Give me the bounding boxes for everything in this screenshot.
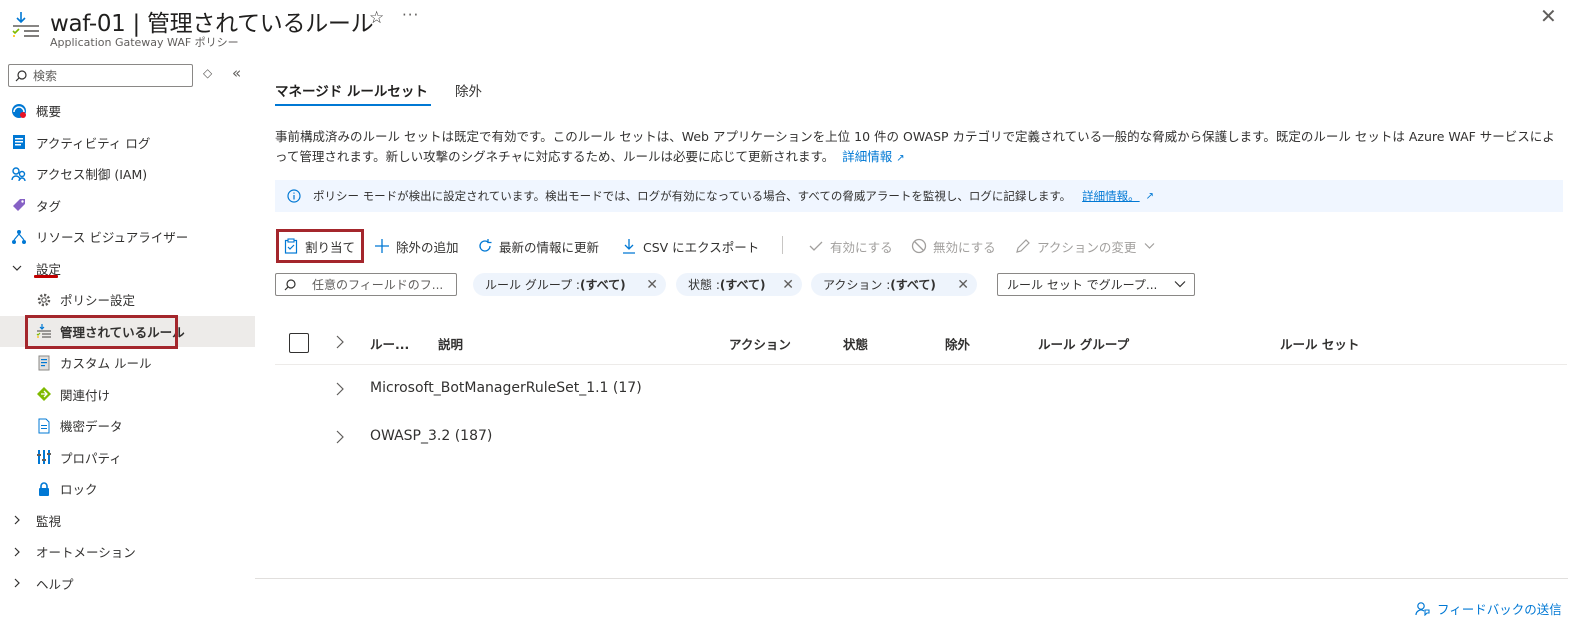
page-title: waf-01 | 管理されているルール — [50, 11, 374, 37]
sidebar-group-automation[interactable]: オートメーション — [0, 536, 255, 568]
sidebar-item-locks[interactable]: ロック — [0, 473, 255, 505]
info-icon — [287, 189, 303, 203]
download-icon — [621, 238, 637, 254]
managed-rules-page-icon — [12, 10, 40, 38]
expand-collapse-icon[interactable]: ◇ — [203, 66, 212, 80]
table-row[interactable]: OWASP_3.2 (187) — [275, 414, 1567, 462]
description-text: 事前構成済みのルール セットは既定で有効です。このルール セットは、Web アプ… — [275, 129, 1555, 164]
column-header-action[interactable]: アクション — [729, 334, 791, 353]
learn-more-link[interactable]: 詳細情報 — [842, 149, 892, 164]
block-icon — [911, 238, 927, 254]
visualizer-icon — [10, 228, 28, 246]
chevron-right-icon[interactable] — [335, 430, 345, 448]
chevron-down-icon — [1174, 278, 1186, 293]
table-header-divider — [275, 364, 1567, 365]
sidebar-search-input[interactable]: 検索 — [8, 64, 193, 87]
tab-exclusions[interactable]: 除外 — [455, 80, 482, 100]
tab-managed-ruleset[interactable]: マネージド ルールセット — [275, 80, 428, 100]
assign-highlight-box — [276, 229, 364, 263]
lock-icon — [35, 480, 53, 498]
sidebar-group-help[interactable]: ヘルプ — [0, 568, 255, 600]
iam-icon — [10, 165, 28, 183]
column-header-description[interactable]: 説明 — [438, 334, 463, 353]
chevron-right-icon[interactable] — [335, 382, 345, 400]
sidebar-item-associations[interactable]: 関連付け — [0, 379, 255, 411]
sensitive-data-icon — [35, 417, 53, 435]
more-icon[interactable]: ··· — [402, 6, 419, 24]
sidebar-item-overview[interactable]: 概要 — [0, 95, 255, 127]
page-subtitle: Application Gateway WAF ポリシー — [50, 36, 239, 49]
filter-pill-rule-group[interactable]: ルール グループ : (すべて) ✕ — [473, 273, 666, 296]
close-icon[interactable]: ✕ — [957, 277, 969, 293]
close-icon[interactable]: ✕ — [646, 277, 658, 293]
detection-mode-info-bar: ポリシー モードが検出に設定されています。検出モードでは、ログが有効になっている… — [275, 180, 1563, 212]
gear-icon — [35, 291, 53, 309]
column-header-exclusions[interactable]: 除外 — [945, 334, 970, 353]
search-icon — [284, 278, 298, 291]
overview-icon — [10, 102, 28, 120]
sidebar-item-tags[interactable]: タグ — [0, 190, 255, 222]
footer-divider — [255, 578, 1568, 579]
disable-button[interactable]: 無効にする — [911, 234, 996, 258]
activity-log-icon — [10, 133, 28, 151]
sidebar-item-iam[interactable]: アクセス制御 (IAM) — [0, 158, 255, 190]
chevron-right-icon — [12, 547, 24, 557]
settings-highlight-underline — [34, 274, 58, 278]
plus-icon — [374, 238, 390, 254]
info-learn-more-link[interactable]: 詳細情報。 — [1082, 188, 1140, 204]
enable-button[interactable]: 有効にする — [808, 234, 893, 258]
sidebar-item-policy-settings[interactable]: ポリシー設定 — [0, 284, 255, 316]
feedback-icon — [1415, 601, 1431, 616]
refresh-button[interactable]: 最新の情報に更新 — [477, 234, 599, 258]
pencil-icon — [1015, 238, 1031, 254]
search-icon — [15, 69, 29, 82]
managed-rules-highlight-box — [25, 315, 178, 349]
add-exclusion-button[interactable]: 除外の追加 — [374, 234, 459, 258]
toolbar-separator — [782, 236, 783, 254]
association-icon — [35, 385, 53, 403]
filter-pill-state[interactable]: 状態 : (すべて) ✕ — [676, 273, 802, 296]
sidebar-item-properties[interactable]: プロパティ — [0, 442, 255, 474]
column-header-rule-id[interactable]: ルー... — [370, 334, 409, 353]
ruleset-group-label: OWASP_3.2 (187) — [370, 428, 493, 444]
column-header-rule-group[interactable]: ルール グループ — [1038, 334, 1129, 353]
select-all-checkbox[interactable] — [289, 333, 309, 353]
export-csv-button[interactable]: CSV にエクスポート — [621, 234, 759, 258]
check-icon — [808, 238, 824, 254]
filter-search-input[interactable]: 任意のフィールドのフ... — [275, 273, 457, 296]
sidebar-group-settings[interactable]: 設定 — [0, 253, 255, 285]
sidebar-search-placeholder: 検索 — [33, 69, 58, 83]
sidebar-item-activity-log[interactable]: アクティビティ ログ — [0, 127, 255, 159]
chevron-right-icon — [12, 515, 24, 525]
properties-icon — [35, 448, 53, 466]
sidebar-item-resource-visualizer[interactable]: リソース ビジュアライザー — [0, 221, 255, 253]
group-by-dropdown[interactable]: ルール セット でグループ... — [997, 273, 1195, 296]
info-bar-text: ポリシー モードが検出に設定されています。検出モードでは、ログが有効になっている… — [313, 189, 1072, 203]
refresh-icon — [477, 238, 493, 254]
sidebar-item-custom-rules[interactable]: カスタム ルール — [0, 347, 255, 379]
chevron-down-icon — [12, 263, 24, 273]
chevron-right-icon — [12, 578, 24, 588]
external-link-icon: ↗ — [896, 153, 905, 164]
ruleset-description: 事前構成済みのルール セットは既定で有効です。このルール セットは、Web アプ… — [275, 127, 1565, 169]
sidebar-item-sensitive-data[interactable]: 機密データ — [0, 410, 255, 442]
star-icon[interactable]: ☆ — [369, 8, 384, 28]
filter-pill-action[interactable]: アクション : (すべて) ✕ — [811, 273, 977, 296]
feedback-button[interactable]: フィードバックの送信 — [1415, 599, 1562, 618]
close-icon[interactable]: ✕ — [1540, 4, 1557, 28]
collapse-sidebar-icon[interactable]: « — [232, 64, 241, 82]
sidebar-group-monitoring[interactable]: 監視 — [0, 505, 255, 537]
expand-all-chevron-icon[interactable] — [335, 335, 345, 353]
close-icon[interactable]: ✕ — [782, 277, 794, 293]
custom-rules-icon — [35, 354, 53, 372]
ruleset-group-label: Microsoft_BotManagerRuleSet_1.1 (17) — [370, 380, 642, 396]
chevron-down-icon — [1144, 242, 1155, 250]
change-action-button[interactable]: アクションの変更 — [1015, 234, 1155, 258]
column-header-state[interactable]: 状態 — [843, 334, 868, 353]
column-header-rule-set[interactable]: ルール セット — [1280, 334, 1359, 353]
tab-active-indicator — [275, 104, 431, 106]
table-row[interactable]: Microsoft_BotManagerRuleSet_1.1 (17) — [275, 366, 1567, 414]
external-link-icon: ↗ — [1145, 190, 1155, 202]
tag-icon — [10, 196, 28, 214]
